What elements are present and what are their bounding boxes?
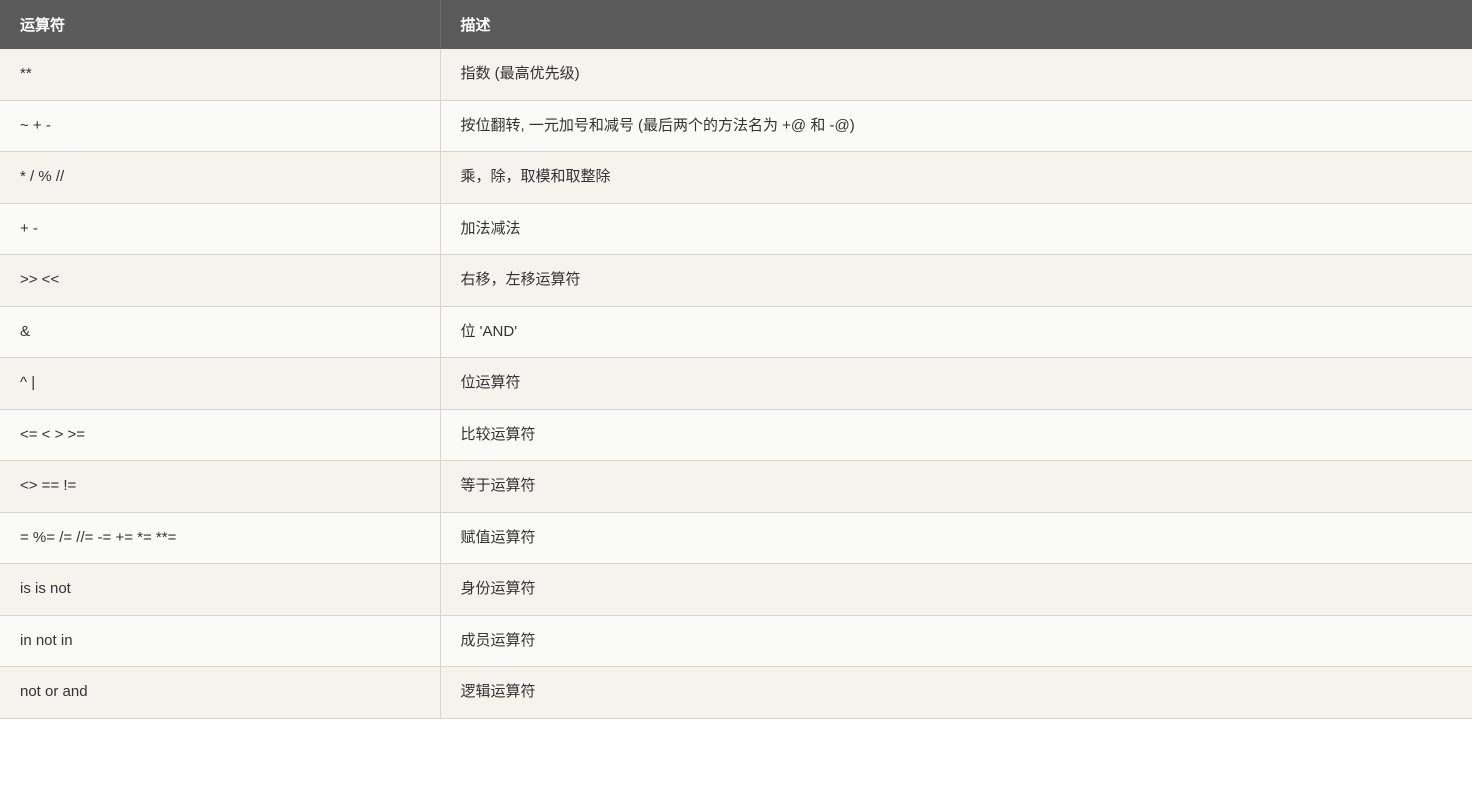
operators-table: 运算符 描述 **指数 (最高优先级)~ + -按位翻转, 一元加号和减号 (最… — [0, 0, 1472, 719]
description-cell: 右移，左移运算符 — [440, 255, 1472, 307]
operator-cell: = %= /= //= -= += *= **= — [0, 512, 440, 564]
table-row: is is not身份运算符 — [0, 564, 1472, 616]
table-row: <> == !=等于运算符 — [0, 461, 1472, 513]
description-cell: 按位翻转, 一元加号和减号 (最后两个的方法名为 +@ 和 -@) — [440, 100, 1472, 152]
description-cell: 逻辑运算符 — [440, 667, 1472, 719]
description-cell: 比较运算符 — [440, 409, 1472, 461]
table-row: + -加法减法 — [0, 203, 1472, 255]
table-row: **指数 (最高优先级) — [0, 49, 1472, 100]
table-row: &位 'AND' — [0, 306, 1472, 358]
table-row: = %= /= //= -= += *= **=赋值运算符 — [0, 512, 1472, 564]
operator-cell: ~ + - — [0, 100, 440, 152]
header-operator: 运算符 — [0, 0, 440, 49]
table-row: in not in成员运算符 — [0, 615, 1472, 667]
table-row: >> <<右移，左移运算符 — [0, 255, 1472, 307]
table-row: ^ |位运算符 — [0, 358, 1472, 410]
operator-cell: <> == != — [0, 461, 440, 513]
description-cell: 加法减法 — [440, 203, 1472, 255]
description-cell: 赋值运算符 — [440, 512, 1472, 564]
description-cell: 乘，除，取模和取整除 — [440, 152, 1472, 204]
operator-cell: & — [0, 306, 440, 358]
header-description: 描述 — [440, 0, 1472, 49]
table-row: * / % //乘，除，取模和取整除 — [0, 152, 1472, 204]
description-cell: 位 'AND' — [440, 306, 1472, 358]
table-row: not or and逻辑运算符 — [0, 667, 1472, 719]
operator-cell: >> << — [0, 255, 440, 307]
description-cell: 等于运算符 — [440, 461, 1472, 513]
operator-cell: is is not — [0, 564, 440, 616]
operator-cell: + - — [0, 203, 440, 255]
operator-cell: not or and — [0, 667, 440, 719]
operator-cell: ^ | — [0, 358, 440, 410]
operator-cell: ** — [0, 49, 440, 100]
description-cell: 成员运算符 — [440, 615, 1472, 667]
description-cell: 位运算符 — [440, 358, 1472, 410]
operator-cell: <= < > >= — [0, 409, 440, 461]
table-row: <= < > >=比较运算符 — [0, 409, 1472, 461]
description-cell: 指数 (最高优先级) — [440, 49, 1472, 100]
description-cell: 身份运算符 — [440, 564, 1472, 616]
table-row: ~ + -按位翻转, 一元加号和减号 (最后两个的方法名为 +@ 和 -@) — [0, 100, 1472, 152]
operator-cell: in not in — [0, 615, 440, 667]
operator-cell: * / % // — [0, 152, 440, 204]
